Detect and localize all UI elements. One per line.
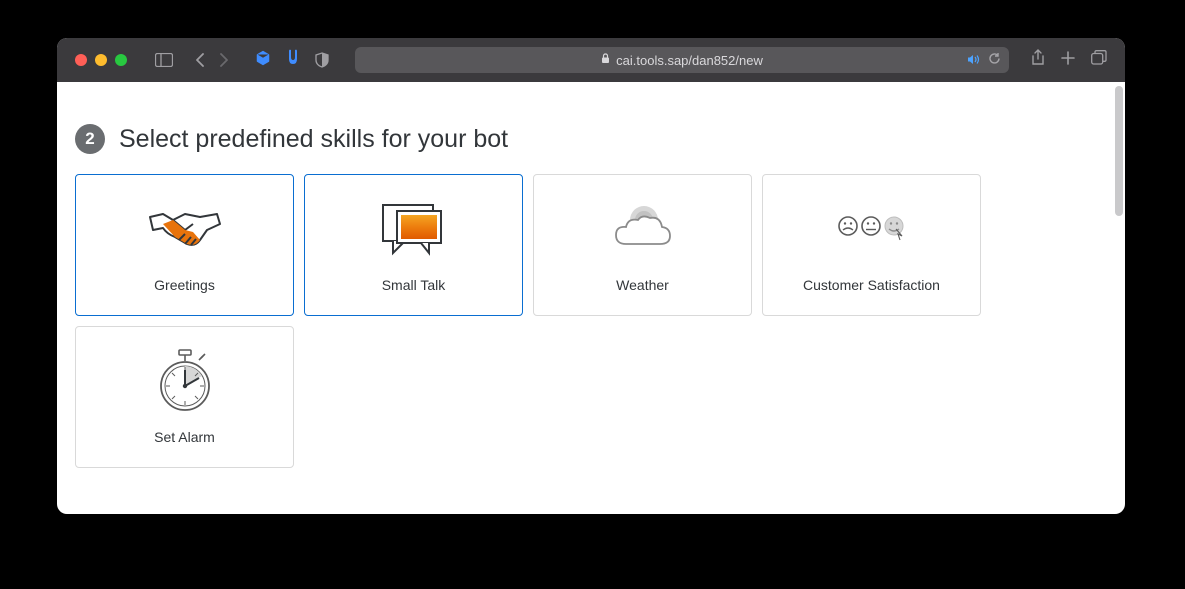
tabs-overview-icon[interactable] — [1091, 50, 1107, 70]
skill-cards: Greetings — [75, 174, 1107, 468]
step-header: 2 Select predefined skills for your bot — [75, 124, 1107, 154]
skill-label: Small Talk — [382, 277, 446, 293]
reload-icon[interactable] — [988, 52, 1001, 68]
stopwatch-icon — [145, 349, 225, 413]
scrollbar[interactable] — [1113, 86, 1123, 506]
address-bar[interactable]: cai.tools.sap/dan852/new — [355, 47, 1009, 73]
forward-button[interactable] — [219, 53, 229, 67]
url-text: cai.tools.sap/dan852/new — [616, 53, 763, 68]
skill-card-customer-satisfaction[interactable]: Customer Satisfaction — [762, 174, 981, 316]
sidebar-toggle-icon[interactable] — [155, 53, 173, 67]
skill-label: Set Alarm — [154, 429, 215, 445]
titlebar: cai.tools.sap/dan852/new — [57, 38, 1125, 82]
extension-honey-icon[interactable] — [285, 49, 301, 72]
page-content: 2 Select predefined skills for your bot … — [57, 82, 1125, 486]
skill-card-small-talk[interactable]: Small Talk — [304, 174, 523, 316]
skill-card-greetings[interactable]: Greetings — [75, 174, 294, 316]
satisfaction-faces-icon — [832, 197, 912, 261]
skill-label: Customer Satisfaction — [803, 277, 940, 293]
window-controls — [75, 54, 127, 66]
audio-icon[interactable] — [967, 53, 980, 68]
step-title: Select predefined skills for your bot — [119, 125, 508, 154]
share-icon[interactable] — [1031, 49, 1045, 71]
maximize-window-button[interactable] — [115, 54, 127, 66]
skill-label: Greetings — [154, 277, 215, 293]
skill-card-set-alarm[interactable]: Set Alarm — [75, 326, 294, 468]
close-window-button[interactable] — [75, 54, 87, 66]
back-button[interactable] — [195, 53, 205, 67]
skill-card-weather[interactable]: Weather — [533, 174, 752, 316]
handshake-icon — [145, 197, 225, 261]
extension-cube-icon[interactable] — [255, 50, 271, 71]
step-number-badge: 2 — [75, 124, 105, 154]
scrollbar-thumb[interactable] — [1115, 86, 1123, 216]
browser-window: cai.tools.sap/dan852/new — [57, 38, 1125, 514]
new-tab-icon[interactable] — [1061, 51, 1075, 70]
chat-icon — [374, 197, 454, 261]
lock-icon — [601, 53, 610, 67]
skill-label: Weather — [616, 277, 669, 293]
shield-icon[interactable] — [315, 52, 329, 68]
weather-icon — [603, 197, 683, 261]
minimize-window-button[interactable] — [95, 54, 107, 66]
